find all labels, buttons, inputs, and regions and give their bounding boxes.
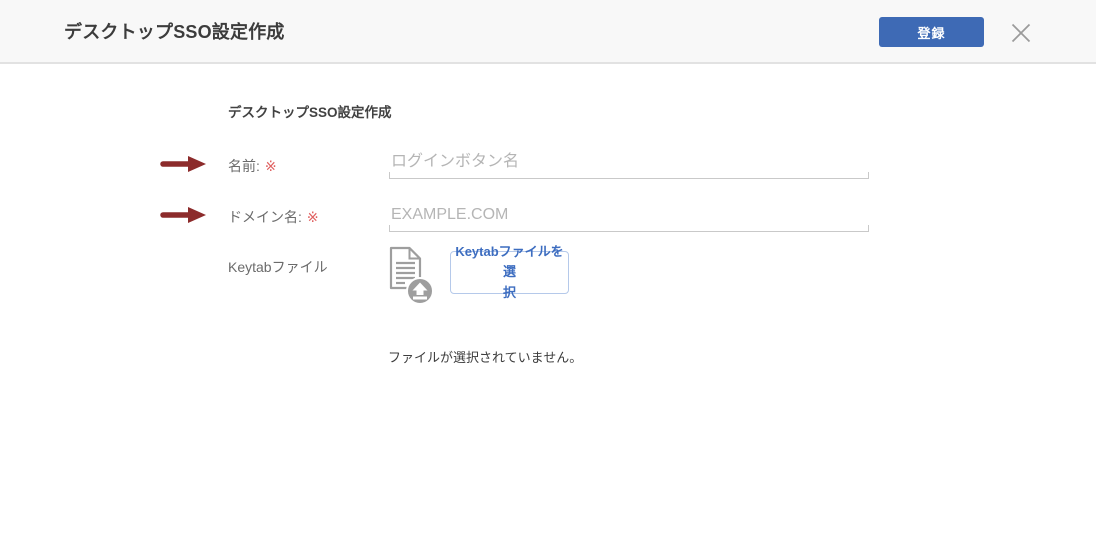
domain-input-wrap (389, 203, 869, 232)
domain-input[interactable] (389, 203, 869, 231)
keytab-field-label: Keytabファイル (228, 257, 328, 277)
form-subtitle: デスクトップSSO設定作成 (228, 101, 392, 121)
name-input-wrap (389, 150, 869, 179)
name-label-text: 名前: (228, 158, 260, 174)
keytab-select-button-line2: 択 (503, 283, 516, 303)
name-field-label: 名前: ※ (228, 156, 277, 176)
domain-label-text: ドメイン名: (228, 209, 302, 225)
arrow-right-icon (160, 155, 207, 173)
required-mark: ※ (307, 209, 319, 225)
domain-field-label: ドメイン名: ※ (228, 207, 319, 227)
keytab-select-button-line1: Keytabファイルを選 (451, 242, 568, 282)
desktop-sso-create-dialog: デスクトップSSO設定作成 登録 デスクトップSSO設定作成 名前: ※ (0, 0, 1096, 553)
file-upload-icon (389, 246, 435, 306)
keytab-select-button[interactable]: Keytabファイルを選 択 (450, 251, 569, 294)
dialog-header: デスクトップSSO設定作成 登録 (0, 0, 1096, 64)
file-status-text: ファイルが選択されていません。 (388, 347, 582, 366)
arrow-right-icon (160, 206, 207, 224)
required-mark: ※ (265, 158, 277, 174)
dialog-title: デスクトップSSO設定作成 (64, 18, 285, 44)
close-icon (1008, 20, 1034, 46)
close-button[interactable] (1007, 19, 1035, 47)
name-input[interactable] (389, 150, 869, 178)
register-button[interactable]: 登録 (879, 17, 984, 47)
